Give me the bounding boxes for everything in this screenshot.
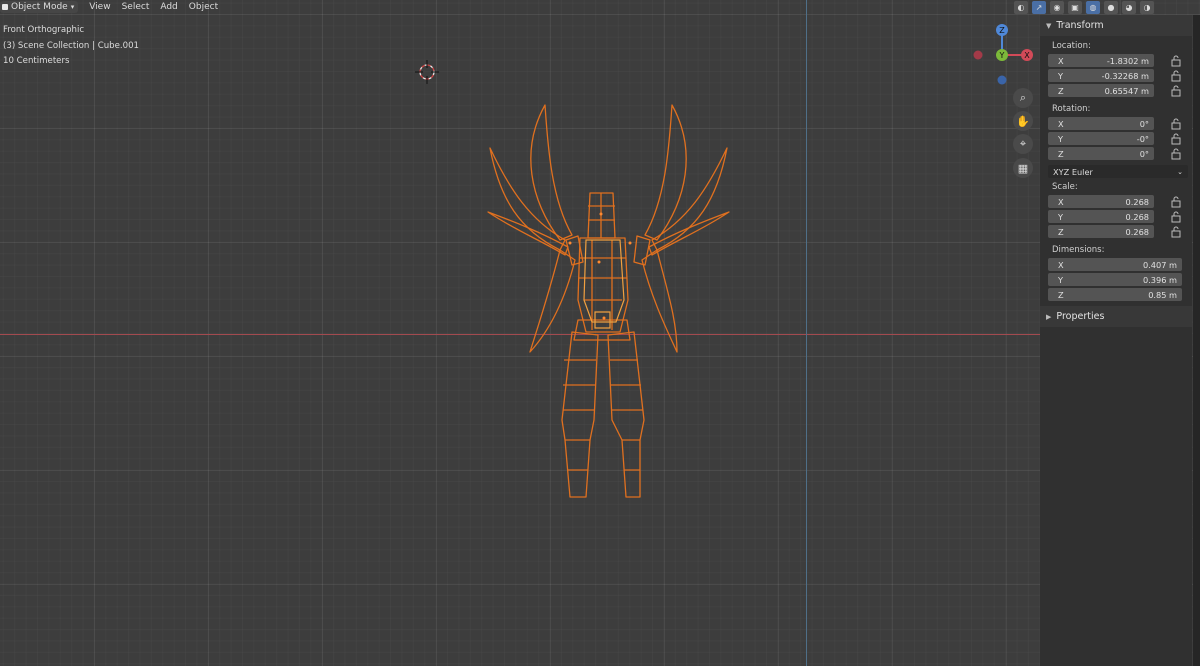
rotation-z-field[interactable]: Z 0° (1048, 147, 1154, 160)
field-value: 0.268 (1125, 196, 1149, 207)
axis-label: X (1058, 55, 1064, 66)
wireframe-character-model[interactable] (0, 0, 1040, 666)
scale-z-field[interactable]: Z 0.268 (1048, 225, 1154, 238)
axis-label: Z (1058, 148, 1064, 159)
zoom-icon[interactable]: ⌕ (1013, 88, 1033, 108)
properties-panel-header[interactable]: ▶ Properties (1040, 306, 1192, 327)
dimensions-x-field[interactable]: X 0.407 m (1048, 258, 1182, 271)
sidebar-tabs[interactable] (1193, 15, 1200, 666)
rotation-mode-value: XYZ Euler (1053, 166, 1093, 177)
material-shading-icon[interactable]: ◕ (1122, 0, 1136, 14)
lock-icon[interactable] (1170, 196, 1182, 208)
transform-title: Transform (1056, 20, 1104, 31)
viewport-header: Object Mode ▾ View Select Add Object (0, 0, 218, 14)
object-mode-icon (2, 4, 8, 10)
grid-ortho-icon[interactable]: ▦ (1013, 158, 1033, 178)
rotation-mode-dropdown[interactable]: XYZ Euler ⌄ (1048, 165, 1188, 178)
field-value: 0.65547 m (1104, 85, 1149, 96)
navigation-gizmo[interactable]: Z Y X (970, 20, 1036, 88)
field-value: -1.8302 m (1106, 55, 1149, 66)
menu-view[interactable]: View (89, 2, 110, 12)
gizmo-z-label: Z (999, 26, 1005, 35)
xray-toggle-icon[interactable]: ▣ (1068, 0, 1082, 14)
lock-icon[interactable] (1170, 85, 1182, 97)
axis-label: X (1058, 196, 1064, 207)
axis-label: Z (1058, 289, 1064, 300)
field-value: 0.85 m (1148, 289, 1177, 300)
axis-label: Y (1058, 70, 1064, 81)
visibility-icon[interactable]: ◐ (1014, 0, 1028, 14)
axis-label: Y (1058, 274, 1064, 285)
scale-label: Scale: (1052, 182, 1078, 192)
rendered-shading-icon[interactable]: ◑ (1140, 0, 1154, 14)
lock-icon[interactable] (1170, 118, 1182, 130)
menu-select[interactable]: Select (122, 2, 150, 12)
gizmo-neg-z-icon (997, 75, 1007, 85)
location-y-field[interactable]: Y -0.32268 m (1048, 69, 1154, 82)
field-value: 0.396 m (1142, 274, 1177, 285)
field-value: -0.32268 m (1101, 70, 1149, 81)
field-value: -0° (1136, 133, 1149, 144)
dimensions-z-field[interactable]: Z 0.85 m (1048, 288, 1182, 301)
dimensions-y-field[interactable]: Y 0.396 m (1048, 273, 1182, 286)
viewport-info-overlay: Front Orthographic (3) Scene Collection … (3, 23, 139, 70)
gizmo-x-label: X (1024, 51, 1030, 60)
axis-label: Z (1058, 226, 1064, 237)
chevron-down-icon: ⌄ (1177, 167, 1183, 176)
field-value: 0.407 m (1142, 259, 1177, 270)
view-name: Front Orthographic (3, 25, 85, 35)
field-value: 0.268 (1125, 226, 1149, 237)
axis-label: X (1058, 259, 1064, 270)
transform-panel-header[interactable]: ▼ Transform (1040, 15, 1192, 36)
field-value: 0° (1139, 118, 1149, 129)
field-value: 0° (1139, 148, 1149, 159)
axis-label: Y (1058, 133, 1064, 144)
scale-y-field[interactable]: Y 0.268 (1048, 210, 1154, 223)
mode-label: Object Mode (11, 2, 68, 12)
menu-object[interactable]: Object (189, 2, 218, 12)
gizmo-neg-x-icon (973, 50, 983, 60)
scale-x-field[interactable]: X 0.268 (1048, 195, 1154, 208)
mode-dropdown[interactable]: Object Mode ▾ (0, 1, 79, 13)
lock-icon[interactable] (1170, 226, 1182, 238)
expanded-triangle-icon: ▼ (1046, 21, 1052, 30)
location-z-field[interactable]: Z 0.65547 m (1048, 84, 1154, 97)
field-value: 0.268 (1125, 211, 1149, 222)
chevron-down-icon: ▾ (70, 3, 75, 11)
lock-icon[interactable] (1170, 55, 1182, 67)
lock-icon[interactable] (1170, 148, 1182, 160)
lock-icon[interactable] (1170, 70, 1182, 82)
rotation-x-field[interactable]: X 0° (1048, 117, 1154, 130)
axis-label: X (1058, 118, 1064, 129)
rotation-y-field[interactable]: Y -0° (1048, 132, 1154, 145)
location-x-field[interactable]: X -1.8302 m (1048, 54, 1154, 67)
properties-title: Properties (1056, 311, 1105, 322)
collapsed-triangle-icon: ▶ (1046, 312, 1052, 321)
lock-icon[interactable] (1170, 133, 1182, 145)
sidebar-n-panel: ▼ Transform Location: X -1.8302 m Y -0.322… (1040, 15, 1192, 666)
camera-icon[interactable]: ⌖ (1013, 134, 1033, 154)
location-label: Location: (1052, 41, 1091, 51)
viewport-header-right: ◐ ↗ ◉ ▣ ◍ ● ◕ ◑ (1014, 0, 1154, 14)
lock-icon[interactable] (1170, 211, 1182, 223)
axis-label: Z (1058, 85, 1064, 96)
gizmo-y-label: Y (999, 51, 1005, 60)
collection-info: (3) Scene Collection | Cube.001 (3, 40, 140, 51)
grid-scale: 10 Centimeters (3, 56, 70, 66)
rotation-label: Rotation: (1052, 104, 1091, 114)
pan-hand-icon[interactable]: ✋ (1013, 111, 1033, 131)
gizmo-toggle-icon[interactable]: ↗ (1032, 0, 1046, 14)
3d-cursor-icon[interactable] (415, 60, 439, 84)
solid-shading-icon[interactable]: ● (1104, 0, 1118, 14)
axis-label: Y (1058, 211, 1064, 222)
wireframe-shading-icon[interactable]: ◍ (1086, 0, 1100, 14)
dimensions-label: Dimensions: (1052, 245, 1105, 255)
menu-add[interactable]: Add (160, 2, 177, 12)
overlay-toggle-icon[interactable]: ◉ (1050, 0, 1064, 14)
